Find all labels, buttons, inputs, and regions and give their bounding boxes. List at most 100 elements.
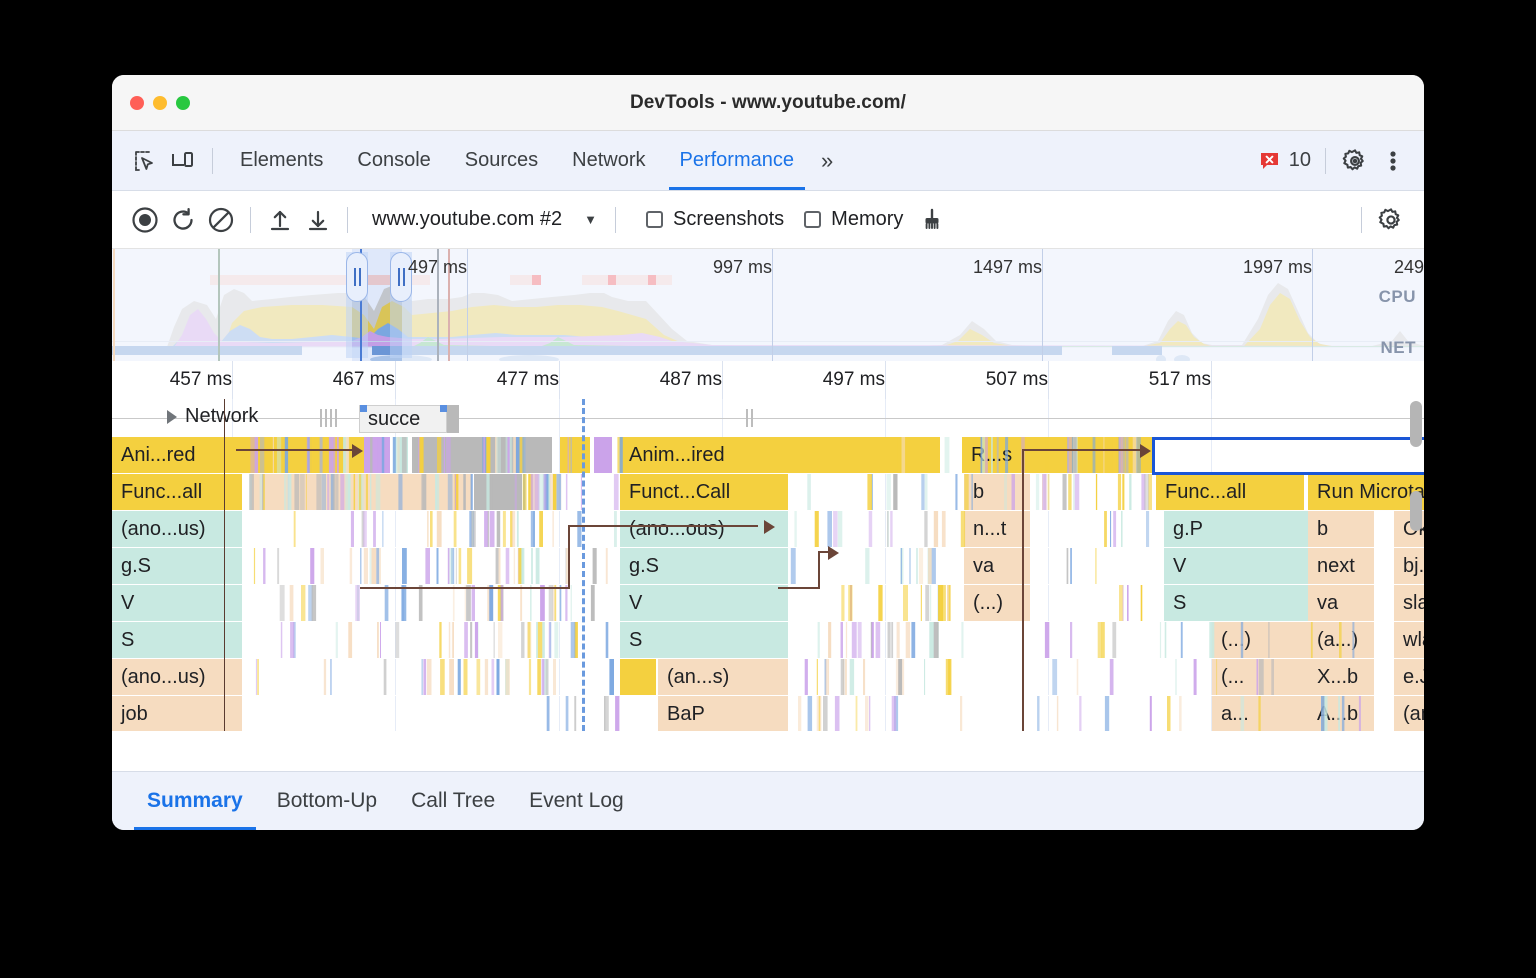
ctrl-divider-3: [615, 207, 616, 233]
flame-bar[interactable]: g.S: [620, 548, 788, 584]
timeline-ruler: 457 ms 467 ms 477 ms 487 ms 497 ms 507 m…: [112, 361, 1424, 399]
kebab-menu-icon[interactable]: [1374, 142, 1412, 180]
flame-bar-unlabeled[interactable]: [560, 437, 590, 473]
flame-row: jobBaPa...A...b(an...us): [112, 696, 1424, 731]
flame-bar-unlabeled[interactable]: [620, 659, 656, 695]
network-request-label[interactable]: succe: [359, 405, 447, 433]
flame-bar-unlabeled[interactable]: [788, 437, 940, 473]
memory-checkbox[interactable]: Memory: [804, 208, 903, 231]
flame-bar-unlabeled[interactable]: [252, 474, 358, 510]
tab-console[interactable]: Console: [340, 131, 447, 190]
screenshots-checkbox[interactable]: Screenshots: [646, 208, 784, 231]
flame-bar[interactable]: R...s: [962, 437, 1036, 473]
flame-bar[interactable]: va: [964, 548, 1030, 584]
flame-bar[interactable]: Run Microtasks: [1308, 474, 1424, 510]
capture-settings-gear-icon[interactable]: [1372, 201, 1410, 239]
flame-bar[interactable]: Func...all: [1156, 474, 1304, 510]
ruler-tick: 457 ms: [170, 369, 232, 391]
clear-icon[interactable]: [202, 201, 240, 239]
tab-bottom-up[interactable]: Bottom-Up: [260, 772, 394, 830]
overview-dim-left: [112, 249, 352, 361]
vertical-scrollbar-thumb[interactable]: [1410, 401, 1422, 447]
flame-bar[interactable]: wla: [1394, 622, 1424, 658]
flame-bar[interactable]: (ano...us): [112, 659, 242, 695]
flame-bar[interactable]: e.J...led: [1394, 659, 1424, 695]
flame-bar[interactable]: A...b: [1308, 696, 1374, 731]
flame-bar-unlabeled[interactable]: [362, 474, 472, 510]
network-track-row[interactable]: Network succe: [112, 399, 1424, 437]
ctrl-divider-1: [250, 207, 251, 233]
gear-icon[interactable]: [1336, 142, 1374, 180]
tab-event-log[interactable]: Event Log: [512, 772, 641, 830]
load-profile-icon[interactable]: [261, 201, 299, 239]
profile-select[interactable]: www.youtube.com #2 ▼: [372, 208, 597, 231]
flow-arrow-head: [1140, 444, 1151, 458]
flame-bar[interactable]: b: [1308, 511, 1374, 547]
flame-bar[interactable]: V: [1164, 548, 1324, 584]
flame-bar[interactable]: BaP: [658, 696, 788, 731]
record-icon[interactable]: [126, 201, 164, 239]
flame-bar[interactable]: Ani...red: [112, 437, 242, 473]
flame-bar[interactable]: n...t: [964, 511, 1030, 547]
tab-summary[interactable]: Summary: [130, 772, 260, 830]
flame-row: V V (...) Svasla: [112, 585, 1424, 622]
tab-call-tree[interactable]: Call Tree: [394, 772, 512, 830]
flame-bar[interactable]: (ano...us): [112, 511, 242, 547]
flame-bar-unlabeled[interactable]: [242, 437, 364, 473]
flame-bar[interactable]: V: [620, 585, 788, 621]
device-toolbar-icon[interactable]: [164, 142, 202, 180]
flame-chart[interactable]: Network succe Ani...red Anim...ired R...s F…: [112, 399, 1424, 731]
flame-bar[interactable]: V: [112, 585, 242, 621]
flame-bar[interactable]: (an...s): [658, 659, 788, 695]
ruler-tick: 507 ms: [986, 369, 1048, 391]
title-bar: DevTools - www.youtube.com/: [112, 75, 1424, 131]
flame-row: (ano...us)(an...s)(...X...be.J...led: [112, 659, 1424, 696]
overview-left-handle[interactable]: [346, 252, 368, 302]
flame-scrollbar-thumb[interactable]: [1410, 491, 1422, 531]
flame-bar[interactable]: sla: [1394, 585, 1424, 621]
flame-bar[interactable]: g.S: [112, 548, 242, 584]
collapsed-caret-icon[interactable]: [167, 410, 177, 424]
flame-bar[interactable]: bj.e...ks_: [1394, 548, 1424, 584]
tab-network[interactable]: Network: [555, 131, 662, 190]
flame-bar[interactable]: S: [112, 622, 242, 658]
flame-bar[interactable]: job: [112, 696, 242, 731]
flame-bar-unlabeled[interactable]: [398, 437, 408, 473]
broom-icon[interactable]: [913, 201, 951, 239]
flame-bar-unlabeled[interactable]: [474, 474, 522, 510]
tab-elements[interactable]: Elements: [223, 131, 340, 190]
ruler-tick: 497 ms: [823, 369, 885, 391]
more-tabs-icon[interactable]: »: [811, 148, 843, 174]
ctrl-divider-2: [347, 207, 348, 233]
timeline-overview[interactable]: 497 ms 997 ms 1497 ms 1997 ms 249 CPU NE…: [112, 249, 1424, 361]
flame-bar[interactable]: Funct...Call: [620, 474, 788, 510]
flame-bar[interactable]: b: [964, 474, 1030, 510]
flame-bar[interactable]: next: [1308, 548, 1374, 584]
flame-bar-unlabeled[interactable]: [364, 437, 390, 473]
error-badge[interactable]: 10: [1259, 149, 1311, 172]
flow-arrow-head: [352, 444, 363, 458]
flame-bar[interactable]: (an...us): [1394, 696, 1424, 731]
reload-record-icon[interactable]: [164, 201, 202, 239]
flame-bar-unlabeled[interactable]: [412, 437, 552, 473]
performance-toolbar: www.youtube.com #2 ▼ Screenshots Memory: [112, 191, 1424, 249]
flame-bar[interactable]: (a...): [1308, 622, 1374, 658]
inspect-element-icon[interactable]: [126, 142, 164, 180]
flame-bar[interactable]: va: [1308, 585, 1374, 621]
flame-bar[interactable]: (...): [964, 585, 1030, 621]
flame-bar-unlabeled[interactable]: [594, 437, 612, 473]
flame-bar[interactable]: X...b: [1308, 659, 1374, 695]
flame-bar[interactable]: S: [620, 622, 788, 658]
flame-bar[interactable]: Anim...ired: [620, 437, 788, 473]
flame-bar-unlabeled[interactable]: [1036, 437, 1154, 473]
tab-sources[interactable]: Sources: [448, 131, 555, 190]
flame-bar[interactable]: S: [1164, 585, 1324, 621]
flame-bar[interactable]: (ano...ous): [620, 511, 788, 547]
tab-performance[interactable]: Performance: [663, 131, 812, 190]
ctrl-divider-4: [1361, 207, 1362, 233]
flow-arrow: [568, 525, 758, 527]
save-profile-icon[interactable]: [299, 201, 337, 239]
flame-bar[interactable]: g.P: [1164, 511, 1324, 547]
overview-tick: 1497 ms: [973, 257, 1042, 278]
flame-bar[interactable]: Func...all: [112, 474, 242, 510]
